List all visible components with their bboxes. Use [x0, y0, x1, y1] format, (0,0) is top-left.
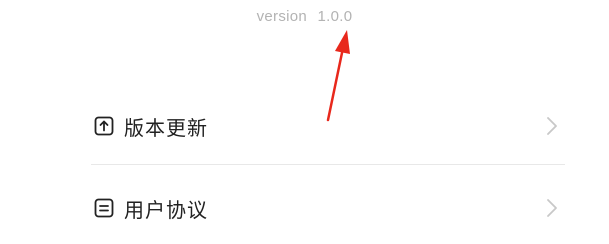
document-icon: [94, 198, 114, 218]
version-text: version 1.0.0: [0, 8, 609, 25]
menu-item-version-update[interactable]: 版本更新: [91, 96, 565, 156]
chevron-right-icon: [547, 117, 557, 135]
menu-item-label: 用户协议: [124, 197, 208, 222]
upload-icon: [94, 116, 114, 136]
menu-item-user-agreement[interactable]: 用户协议: [91, 178, 565, 238]
chevron-right-icon: [547, 199, 557, 217]
divider: [91, 164, 565, 165]
menu-item-label: 版本更新: [124, 115, 208, 140]
version-number: 1.0.0: [317, 8, 353, 25]
version-prefix: version: [256, 8, 308, 25]
